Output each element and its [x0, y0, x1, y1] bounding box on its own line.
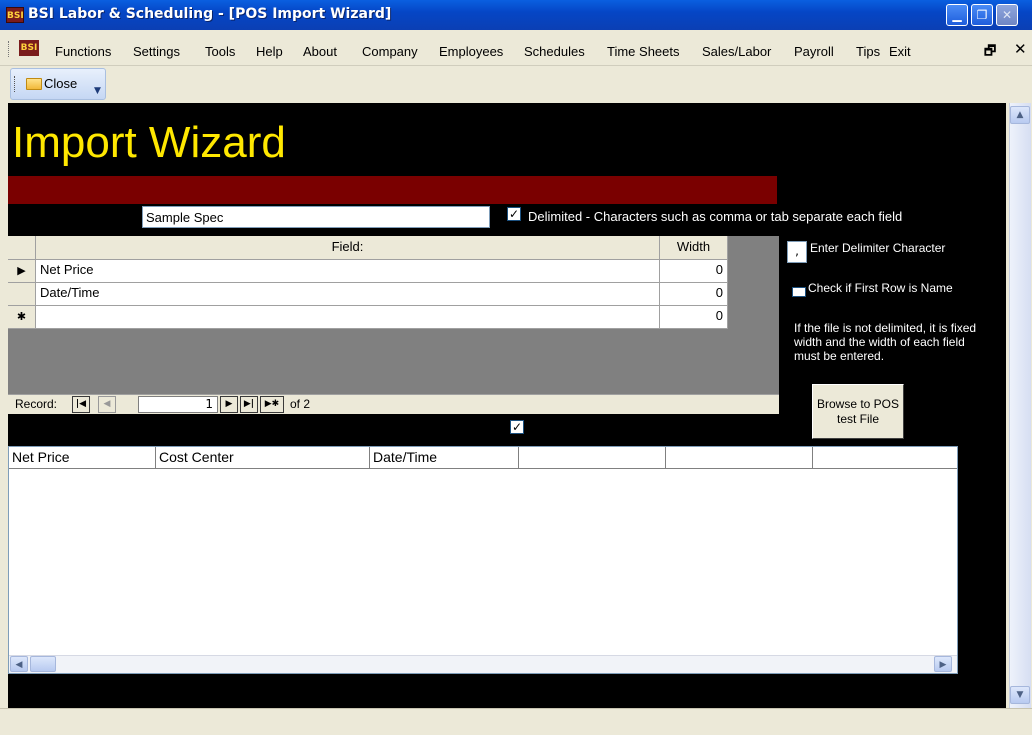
field-cell[interactable]: Net Price [36, 260, 660, 283]
preview-column-header[interactable]: Date/Time [370, 447, 519, 469]
row-selector[interactable] [8, 283, 36, 306]
scroll-left-icon[interactable]: ◀ [10, 656, 28, 672]
app-icon[interactable]: BSI [6, 7, 24, 23]
next-record-button[interactable]: ▶ [220, 396, 238, 413]
datasheet-corner[interactable] [8, 236, 36, 260]
new-record-row-icon[interactable]: ✱ [8, 306, 36, 329]
delimiter-character-label: Enter Delimiter Character [810, 241, 946, 255]
toolbar-grip-handle[interactable] [14, 76, 17, 92]
folder-icon [26, 78, 42, 90]
column-header-field[interactable]: Field: [36, 236, 660, 260]
scroll-up-icon[interactable]: ▲ [1010, 106, 1030, 124]
vertical-scrollbar[interactable] [1009, 103, 1031, 708]
menu-payroll[interactable]: Payroll [794, 44, 834, 59]
preview-column-header[interactable] [813, 447, 957, 469]
mdi-close-icon[interactable]: ✕ [1014, 40, 1027, 58]
field-cell[interactable]: Date/Time [36, 283, 660, 306]
first-row-name-checkbox[interactable] [792, 287, 806, 297]
scroll-right-icon[interactable]: ▶ [934, 656, 952, 672]
scroll-down-icon[interactable]: ▼ [1010, 686, 1030, 704]
menu-time-sheets[interactable]: Time Sheets [607, 44, 680, 59]
close-window-button[interactable]: ✕ [996, 4, 1018, 26]
browse-pos-file-button[interactable]: Browse to POS test File [812, 384, 904, 439]
record-navigation-bar [8, 394, 779, 414]
preview-column-header[interactable]: Cost Center [156, 447, 370, 469]
first-row-name-label: Check if First Row is Name [808, 281, 953, 295]
fixed-width-info-text: If the file is not delimited, it is fixe… [794, 321, 977, 363]
option-checkbox[interactable]: ✓ [510, 420, 524, 434]
menu-schedules[interactable]: Schedules [524, 44, 585, 59]
menu-company[interactable]: Company [362, 44, 418, 59]
menu-tools[interactable]: Tools [205, 44, 235, 59]
menu-functions[interactable]: Functions [55, 44, 111, 59]
width-cell-new[interactable]: 0 [660, 306, 728, 329]
width-cell[interactable]: 0 [660, 260, 728, 283]
preview-column-header[interactable] [666, 447, 813, 469]
menu-tips[interactable]: Tips [856, 44, 880, 59]
row-selector-current-icon[interactable]: ▶ [8, 260, 36, 283]
close-form-label[interactable]: Close [44, 76, 77, 91]
record-count: of 2 [290, 397, 311, 411]
delimited-label: Delimited - Characters such as comma or … [528, 209, 903, 224]
minimize-button[interactable]: ▁ [946, 4, 968, 26]
status-bar [0, 708, 1032, 735]
menu-about[interactable]: About [303, 44, 337, 59]
field-cell-new[interactable] [36, 306, 660, 329]
spec-name-input[interactable] [142, 206, 490, 228]
new-record-button[interactable]: ▶✱ [260, 396, 284, 413]
preview-column-header[interactable] [519, 447, 666, 469]
preview-column-header[interactable]: Net Price [9, 447, 156, 469]
width-cell[interactable]: 0 [660, 283, 728, 306]
menu-help[interactable]: Help [256, 44, 283, 59]
menu-employees[interactable]: Employees [439, 44, 503, 59]
menu-exit[interactable]: Exit [889, 44, 911, 59]
page-title: Import Wizard [12, 118, 286, 167]
mdi-restore-icon[interactable]: 🗗 [984, 42, 996, 64]
horizontal-scroll-thumb[interactable] [30, 656, 56, 672]
menu-grip-handle[interactable] [8, 41, 11, 57]
preview-grid[interactable] [8, 446, 958, 674]
horizontal-scrollbar[interactable] [9, 655, 957, 673]
menu-sales-labor[interactable]: Sales/Labor [702, 44, 771, 59]
window-title: BSI Labor & Scheduling - [POS Import Wiz… [28, 6, 392, 22]
header-divider-bar [8, 176, 777, 204]
record-label: Record: [15, 397, 58, 411]
menu-app-icon[interactable]: BSI [19, 40, 39, 56]
menu-settings[interactable]: Settings [133, 44, 180, 59]
maximize-button[interactable]: ❐ [971, 4, 993, 26]
record-number-input[interactable]: 1 [138, 396, 218, 413]
column-header-width[interactable]: Width [660, 236, 728, 260]
toolbar-options-icon[interactable]: ▼ [94, 86, 101, 96]
last-record-button[interactable]: ▶| [240, 396, 258, 413]
delimited-checkbox[interactable]: ✓ [507, 207, 521, 221]
delimiter-character-input[interactable]: , [787, 241, 807, 263]
previous-record-button[interactable]: ◀ [98, 396, 116, 413]
first-record-button[interactable]: |◀ [72, 396, 90, 413]
